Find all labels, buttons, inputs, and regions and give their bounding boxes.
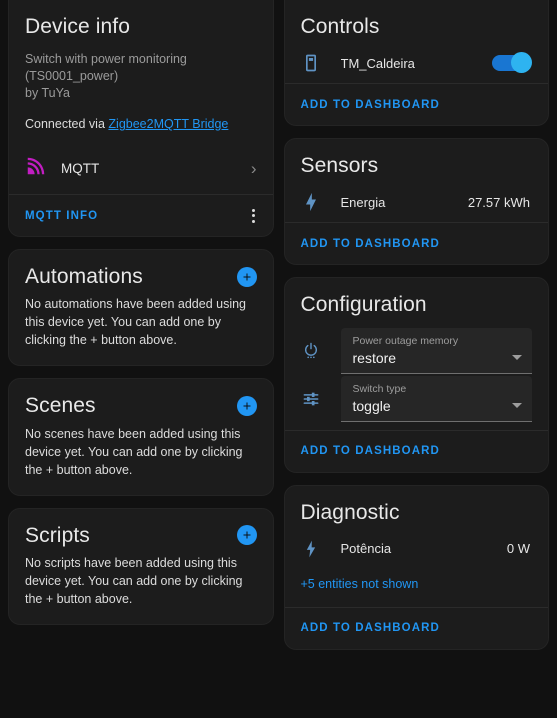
diagnostic-card: Diagnostic Potência 0 W +5 entities not … [283,484,549,650]
sensors-card: Sensors Energia 27.57 kWh ADD TO DASHBOA… [283,138,549,266]
automations-empty-text: No automations have been added using thi… [25,297,246,348]
right-column: Controls TM_Caldeira ADD TO DASHBOARD Se… [283,0,549,718]
configuration-actions: ADD TO DASHBOARD [284,429,548,472]
control-toggle-switch[interactable] [492,52,532,74]
add-script-button[interactable] [236,525,257,546]
configuration-add-to-dashboard-button[interactable]: ADD TO DASHBOARD [301,439,440,463]
control-entity-name: TM_Caldeira [340,55,415,71]
control-row-tm-caldeira: TM_Caldeira [285,43,549,83]
device-info-card: Device info Switch with power monitoring… [8,0,274,238]
dots-vertical-icon[interactable] [246,201,261,231]
device-page: Device info Switch with power monitoring… [0,0,557,718]
configuration-title: Configuration [300,293,427,317]
controls-title: Controls [300,15,380,38]
mqtt-info-button[interactable]: MQTT INFO [25,204,98,228]
lightning-bolt-icon [301,192,341,212]
add-automation-button[interactable] [236,266,257,287]
flash-icon [301,539,341,559]
hidden-entities-link[interactable]: +5 entities not shown [301,577,419,591]
device-manufacturer: by TuYa [25,86,70,101]
sensors-add-to-dashboard-button[interactable]: ADD TO DASHBOARD [301,232,440,256]
diagnostic-row-potencia: Potência 0 W [285,529,549,569]
automations-card: Automations No automations have been add… [8,249,274,367]
toggle-knob [511,52,532,74]
diagnostic-add-to-dashboard-button[interactable]: ADD TO DASHBOARD [301,616,440,640]
tune-icon [301,376,341,422]
chevron-right-icon: › [250,159,257,179]
integration-row-mqtt[interactable]: MQTT › [9,143,273,194]
connected-via-text: Connected via Zigbee2MQTT Bridge [25,116,257,133]
configuration-card: Configuration Power outage memory restor… [283,277,549,473]
left-column: Device info Switch with power monitoring… [8,0,274,718]
controls-card: Controls TM_Caldeira ADD TO DASHBOARD [283,0,549,127]
power-settings-icon [301,328,341,374]
hidden-entities-row: +5 entities not shown [285,569,549,607]
config-row-power-outage-memory: Power outage memory restore [285,327,549,374]
connected-via-prefix: Connected via [25,117,105,132]
automations-title: Automations [25,265,143,289]
device-model-description: Switch with power monitoring (TS0001_pow… [25,51,257,102]
sensor-entity-name: Energia [340,194,386,210]
power-outage-memory-label: Power outage memory [352,334,459,347]
add-scene-button[interactable] [236,395,257,416]
config-row-switch-type: Switch type toggle [285,375,549,422]
diagnostic-entity-value: 0 W [506,541,530,557]
diagnostic-title: Diagnostic [300,500,400,524]
chevron-down-icon [512,354,522,360]
mqtt-signal-icon [25,155,47,182]
device-info-actions: MQTT INFO [9,194,273,236]
controls-actions: ADD TO DASHBOARD [284,83,548,125]
scripts-title: Scripts [25,523,90,547]
diagnostic-actions: ADD TO DASHBOARD [284,606,548,649]
sensors-actions: ADD TO DASHBOARD [284,222,548,264]
device-info-title: Device info [25,15,130,38]
light-switch-icon [301,53,341,73]
scenes-card: Scenes No scenes have been added using t… [8,378,274,496]
integration-name-label: MQTT [61,161,100,177]
scripts-card: Scripts No scripts have been added using… [8,507,274,625]
connected-via-link[interactable]: Zigbee2MQTT Bridge [108,117,228,131]
scenes-title: Scenes [25,394,96,418]
sensors-title: Sensors [300,154,379,178]
diagnostic-entity-name: Potência [340,541,392,557]
device-model-line1: Switch with power monitoring [25,52,187,67]
chevron-down-icon [512,402,522,408]
switch-type-select[interactable]: Switch type toggle [340,375,532,422]
power-outage-memory-select[interactable]: Power outage memory restore [340,327,532,374]
switch-type-value: toggle [352,397,391,414]
device-model-line2: (TS0001_power) [25,69,119,84]
switch-type-label: Switch type [352,382,407,395]
power-outage-memory-value: restore [352,349,397,366]
scenes-empty-text: No scenes have been added using this dev… [25,426,243,477]
sensor-entity-value: 27.57 kWh [467,194,530,210]
sensor-row-energia: Energia 27.57 kWh [285,182,549,222]
scripts-empty-text: No scripts have been added using this de… [25,555,243,606]
controls-add-to-dashboard-button[interactable]: ADD TO DASHBOARD [301,93,440,117]
